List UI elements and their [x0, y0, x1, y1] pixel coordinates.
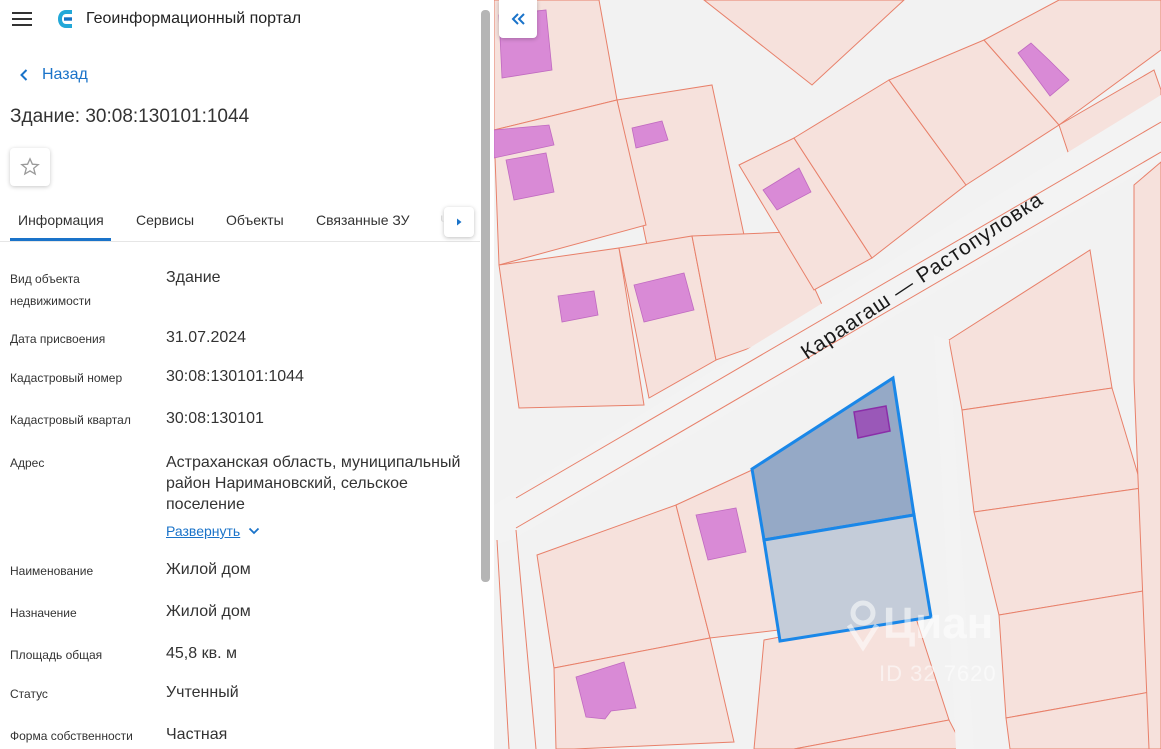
tab-fade	[430, 202, 444, 238]
hamburger-icon[interactable]	[12, 12, 32, 28]
favorite-button[interactable]	[10, 148, 50, 186]
parcels	[494, 0, 1161, 749]
caret-right-icon	[457, 218, 462, 226]
value-name: Жилой дом	[166, 561, 251, 578]
value-cadastral-number: 30:08:130101:1044	[166, 368, 304, 385]
tab-services[interactable]: Сервисы	[136, 212, 194, 228]
watermark-id: ID 32 7620	[879, 661, 997, 686]
label-purpose: Назначение	[10, 606, 77, 620]
chevron-down-icon	[249, 527, 260, 535]
info-panel: Геоинформационный портал Назад Здание: 3…	[0, 0, 494, 749]
watermark-text: Циан	[883, 599, 994, 648]
value-cadastral-quarter: 30:08:130101	[166, 410, 264, 427]
label-cadastral-number: Кадастровый номер	[10, 371, 123, 385]
active-tab-indicator	[10, 238, 111, 241]
expand-address-link[interactable]: Развернуть	[166, 523, 260, 539]
label-object-type: Вид объекта недвижимости	[10, 272, 91, 308]
tab-objects[interactable]: Объекты	[226, 212, 284, 228]
chevron-left-icon	[20, 69, 28, 81]
object-title: Здание: 30:08:130101:1044	[10, 106, 250, 127]
value-address: Астраханская область, муниципальный райо…	[166, 454, 461, 513]
tab-related-land[interactable]: Связанные ЗУ	[316, 212, 410, 228]
location-pin-icon	[846, 600, 880, 652]
double-chevron-left-icon	[511, 13, 525, 25]
portal-logo-icon	[58, 10, 72, 28]
app-window: Геоинформационный портал Назад Здание: 3…	[0, 0, 1161, 749]
back-label: Назад	[42, 66, 88, 83]
label-status: Статус	[10, 687, 48, 701]
label-ownership: Форма собственности	[10, 729, 133, 743]
map-canvas[interactable]	[494, 0, 1161, 749]
panel-scrollbar[interactable]	[481, 10, 490, 582]
watermark: Циан ID 32 7620	[843, 597, 1053, 692]
tab-information[interactable]: Информация	[18, 212, 104, 228]
top-bar: Геоинформационный портал	[0, 0, 494, 40]
star-icon	[20, 157, 40, 176]
value-status: Учтенный	[166, 684, 239, 701]
cadastral-map[interactable]: Караагаш — Растопуловка Циан ID 32 7620	[494, 0, 1161, 749]
back-link[interactable]: Назад	[16, 66, 88, 84]
value-object-type: Здание	[166, 269, 221, 286]
value-area: 45,8 кв. м	[166, 645, 237, 662]
label-assignment-date: Дата присвоения	[10, 332, 106, 346]
label-name: Наименование	[10, 564, 94, 578]
tabs-scroll-right-button[interactable]	[444, 207, 474, 237]
value-assignment-date: 31.07.2024	[166, 329, 247, 346]
label-cadastral-quarter: Кадастровый квартал	[10, 413, 131, 427]
app-title: Геоинформационный портал	[86, 10, 302, 27]
label-area: Площадь общая	[10, 648, 103, 662]
value-purpose: Жилой дом	[166, 603, 251, 620]
tab-bar: Информация Сервисы Объекты Связанные ЗУ …	[0, 200, 480, 242]
value-ownership: Частная	[166, 726, 228, 743]
collapse-panel-button[interactable]	[499, 0, 537, 38]
label-address: Адрес	[10, 456, 45, 470]
expand-label: Развернуть	[166, 523, 241, 539]
